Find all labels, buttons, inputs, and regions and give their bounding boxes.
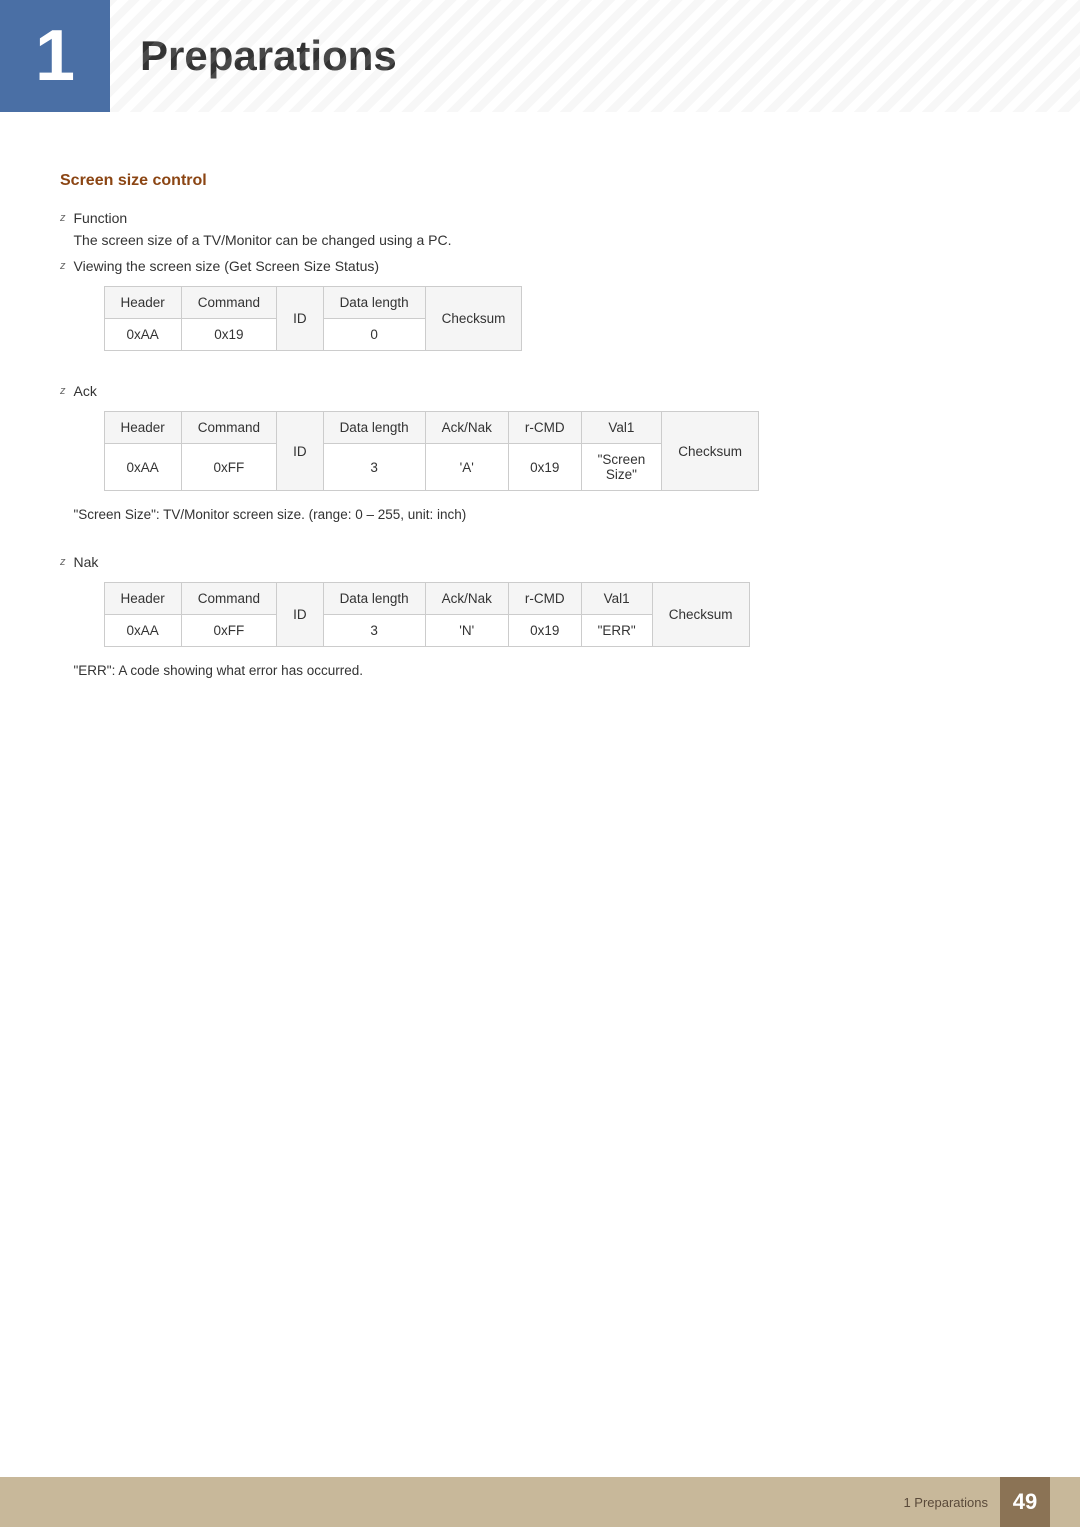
t1-header-col: Header <box>104 287 181 319</box>
t2-datalength-val: 3 <box>323 444 425 491</box>
t3-val1-col: Val1 <box>581 583 652 615</box>
bullet-marker-1: z <box>60 212 66 224</box>
t3-rcmd-val: 0x19 <box>508 615 581 647</box>
t3-header-val: 0xAA <box>104 615 181 647</box>
t2-command-col: Command <box>181 412 276 444</box>
t2-header-col: Header <box>104 412 181 444</box>
t2-rcmd-col: r-CMD <box>508 412 581 444</box>
t3-command-val: 0xFF <box>181 615 276 647</box>
chapter-sidebar: 1 <box>0 0 110 112</box>
t1-checksum-col: Checksum <box>425 287 522 351</box>
t2-checksum-col: Checksum <box>662 412 759 491</box>
footer-content: 1 Preparations 49 <box>903 1477 1050 1527</box>
t1-command-val: 0x19 <box>181 319 276 351</box>
t2-val1-col: Val1 <box>581 412 662 444</box>
function-label: Function <box>74 210 452 226</box>
chapter-number: 1 <box>35 20 75 92</box>
section-title: Screen size control <box>60 172 1020 190</box>
t2-header-val: 0xAA <box>104 444 181 491</box>
t3-val1-val: "ERR" <box>581 615 652 647</box>
table2: Header Command ID Data length Ack/Nak r-… <box>104 411 760 491</box>
t2-id-col: ID <box>277 412 324 491</box>
t1-command-col: Command <box>181 287 276 319</box>
footer-text: 1 Preparations <box>903 1495 988 1510</box>
err-note: "ERR": A code showing what error has occ… <box>74 663 1021 678</box>
nak-label: Nak <box>74 554 1021 570</box>
t3-command-col: Command <box>181 583 276 615</box>
table1: Header Command ID Data length Checksum 0… <box>104 286 523 351</box>
table1-wrapper: Header Command ID Data length Checksum 0… <box>104 286 1021 351</box>
t2-acknak-val: 'A' <box>425 444 508 491</box>
page-number: 49 <box>1000 1477 1050 1527</box>
t1-id-col: ID <box>277 287 324 351</box>
t1-datalength-val: 0 <box>323 319 425 351</box>
function-item: z Function The screen size of a TV/Monit… <box>60 210 1020 248</box>
table3-wrapper: Header Command ID Data length Ack/Nak r-… <box>104 582 1021 647</box>
bullet-marker-4: z <box>60 556 66 568</box>
nak-item: z Nak Header Command ID Data length Ack/… <box>60 554 1020 694</box>
t1-header-val: 0xAA <box>104 319 181 351</box>
t3-acknak-col: Ack/Nak <box>425 583 508 615</box>
page-footer: 1 Preparations 49 <box>0 1477 1080 1527</box>
t2-val1-val: "ScreenSize" <box>581 444 662 491</box>
page-header: 1 Preparations <box>0 0 1080 112</box>
screen-size-note: "Screen Size": TV/Monitor screen size. (… <box>74 507 1021 522</box>
t3-datalength-val: 3 <box>323 615 425 647</box>
t1-datalength-col: Data length <box>323 287 425 319</box>
t3-header-col: Header <box>104 583 181 615</box>
t3-checksum-col: Checksum <box>652 583 749 647</box>
main-content: Screen size control z Function The scree… <box>0 172 1080 784</box>
table3: Header Command ID Data length Ack/Nak r-… <box>104 582 750 647</box>
t3-datalength-col: Data length <box>323 583 425 615</box>
function-description: The screen size of a TV/Monitor can be c… <box>74 232 452 248</box>
t3-acknak-val: 'N' <box>425 615 508 647</box>
ack-label: Ack <box>74 383 1021 399</box>
ack-item: z Ack Header Command ID Data length Ack/… <box>60 383 1020 538</box>
viewing-label: Viewing the screen size (Get Screen Size… <box>74 258 1021 274</box>
t2-rcmd-val: 0x19 <box>508 444 581 491</box>
bullet-marker-3: z <box>60 385 66 397</box>
t2-command-val: 0xFF <box>181 444 276 491</box>
bullet-marker-2: z <box>60 260 66 272</box>
t2-acknak-col: Ack/Nak <box>425 412 508 444</box>
t2-datalength-col: Data length <box>323 412 425 444</box>
table2-wrapper: Header Command ID Data length Ack/Nak r-… <box>104 411 1021 491</box>
t3-id-col: ID <box>277 583 324 647</box>
t3-rcmd-col: r-CMD <box>508 583 581 615</box>
viewing-item: z Viewing the screen size (Get Screen Si… <box>60 258 1020 367</box>
